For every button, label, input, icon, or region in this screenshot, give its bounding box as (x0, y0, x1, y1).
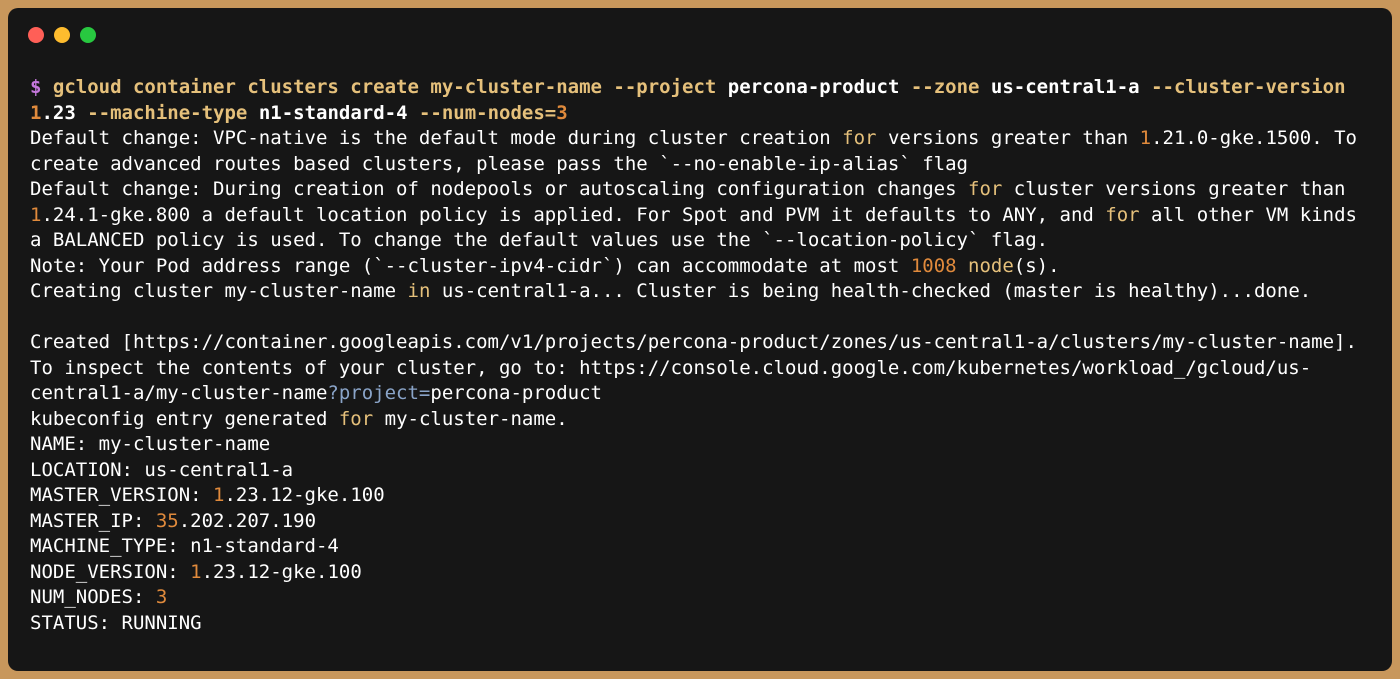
output-line: Default change: VPC-native is the defaul… (30, 126, 1380, 152)
terminal-token: n1-standard-4 (258, 101, 419, 124)
terminal-token: .23 (41, 101, 88, 124)
terminal-token: 1 (213, 484, 225, 506)
terminal-token: percona-product (430, 382, 602, 404)
output-line: LOCATION: us-central1-a (30, 458, 1380, 484)
minimize-dot-icon[interactable] (54, 27, 70, 43)
terminal-token: NUM_NODES: (30, 586, 156, 608)
terminal-token: versions greater than (876, 127, 1140, 149)
terminal-token: us-central1-a... Cluster is being health… (430, 280, 1312, 302)
terminal-token: Created [https://container.googleapis.co… (30, 331, 1357, 353)
terminal-token: central1-a/my-cluster-name (30, 382, 328, 404)
terminal-token: .24.1-gke.800 a default location policy … (41, 203, 1106, 226)
terminal-token: --num-nodes= (418, 101, 557, 124)
close-dot-icon[interactable] (28, 27, 44, 43)
terminal-token: kubeconfig entry generated (30, 407, 339, 430)
terminal-token: 1008 (910, 254, 957, 277)
terminal-token: MASTER_IP: (30, 509, 156, 532)
output-line: NAME: my-cluster-name (30, 432, 1380, 458)
terminal-token: 1 (30, 101, 42, 124)
terminal-token: for (1105, 203, 1140, 226)
terminal-token: node (968, 254, 1014, 277)
terminal-token: percona-product (727, 76, 911, 98)
terminal-token: create advanced routes based clusters, p… (30, 152, 968, 175)
terminal-token: all other VM kinds (1139, 203, 1357, 226)
terminal-token: --project (613, 76, 728, 98)
terminal-token: cluster versions greater than (1002, 178, 1346, 200)
blank-line (30, 305, 1380, 331)
terminal-token: Note: Your Pod address range (`--cluster… (30, 254, 911, 277)
terminal-token: in (407, 280, 431, 302)
terminal-token: ?project= (327, 382, 431, 404)
output-line: create advanced routes based clusters, p… (30, 152, 1380, 178)
terminal-token: MACHINE_TYPE: n1-standard-4 (30, 535, 339, 557)
command-line-continued: 1.23 --machine-type n1-standard-4 --num-… (30, 101, 1380, 127)
terminal-token: STATUS: RUNNING (30, 611, 202, 634)
terminal-token: my-cluster-name. (373, 407, 568, 430)
terminal-token: .21.0-gke.1500. To (1151, 127, 1357, 149)
output-line: 1.24.1-gke.800 a default location policy… (30, 203, 1380, 229)
terminal-token: 1 (1139, 127, 1152, 149)
terminal-token: $ (30, 76, 53, 98)
terminal-token: 1 (30, 203, 42, 226)
output-line: NODE_VERSION: 1.23.12-gke.100 (30, 560, 1380, 586)
output-line: Default change: During creation of nodep… (30, 177, 1380, 203)
output-line: MASTER_IP: 35.202.207.190 (30, 509, 1380, 535)
terminal-token: .23.12-gke.100 (201, 560, 362, 583)
terminal-token: Default change: VPC-native is the defaul… (30, 127, 843, 149)
terminal-token: 35 (155, 509, 179, 532)
terminal-token: --machine-type (87, 101, 259, 124)
terminal-token: 1 (190, 560, 202, 583)
command-line: $ gcloud container clusters create my-cl… (30, 75, 1380, 101)
output-line: Creating cluster my-cluster-name in us-c… (30, 279, 1380, 305)
maximize-dot-icon[interactable] (80, 27, 96, 43)
terminal-token: .202.207.190 (178, 509, 317, 532)
window-controls (28, 27, 96, 43)
terminal-token: --zone (910, 76, 991, 98)
terminal-token: --cluster-version (1151, 76, 1346, 98)
terminal-token: NODE_VERSION: (30, 560, 191, 583)
terminal-token: LOCATION: us-central1-a (30, 458, 294, 481)
terminal-token: MASTER_VERSION: (30, 484, 214, 506)
terminal-token: us-central1-a (990, 76, 1152, 98)
terminal-token: for (338, 407, 374, 430)
terminal-output: $ gcloud container clusters create my-cl… (30, 75, 1380, 636)
output-line: Created [https://container.googleapis.co… (30, 330, 1380, 356)
output-line: To inspect the contents of your cluster,… (30, 356, 1380, 382)
page-background: $ gcloud container clusters create my-cl… (0, 0, 1400, 679)
output-line: Note: Your Pod address range (`--cluster… (30, 254, 1380, 280)
terminal-token: .23.12-gke.100 (224, 484, 385, 506)
terminal-token: Creating cluster my-cluster-name (30, 280, 408, 302)
output-line: STATUS: RUNNING (30, 611, 1380, 637)
terminal-token: Default change: During creation of nodep… (30, 178, 968, 200)
output-line: NUM_NODES: 3 (30, 585, 1380, 611)
terminal-window: $ gcloud container clusters create my-cl… (8, 8, 1392, 671)
output-line: central1-a/my-cluster-name?project=perco… (30, 381, 1380, 407)
output-line: MASTER_VERSION: 1.23.12-gke.100 (30, 483, 1380, 509)
terminal-token: for (968, 178, 1003, 200)
output-line: MACHINE_TYPE: n1-standard-4 (30, 534, 1380, 560)
output-line: a BALANCED policy is used. To change the… (30, 228, 1380, 254)
terminal-token: 3 (556, 101, 568, 124)
output-line: kubeconfig entry generated for my-cluste… (30, 407, 1380, 433)
terminal-token: 3 (155, 586, 168, 608)
terminal-token: gcloud container clusters create my-clus… (52, 76, 614, 98)
terminal-token: NAME: my-cluster-name (30, 433, 271, 455)
terminal-token: (s). (1013, 254, 1060, 277)
terminal-token: To inspect the contents of your cluster,… (30, 356, 1312, 379)
terminal-token: a BALANCED policy is used. To change the… (30, 229, 1049, 251)
terminal-token: for (842, 127, 877, 149)
